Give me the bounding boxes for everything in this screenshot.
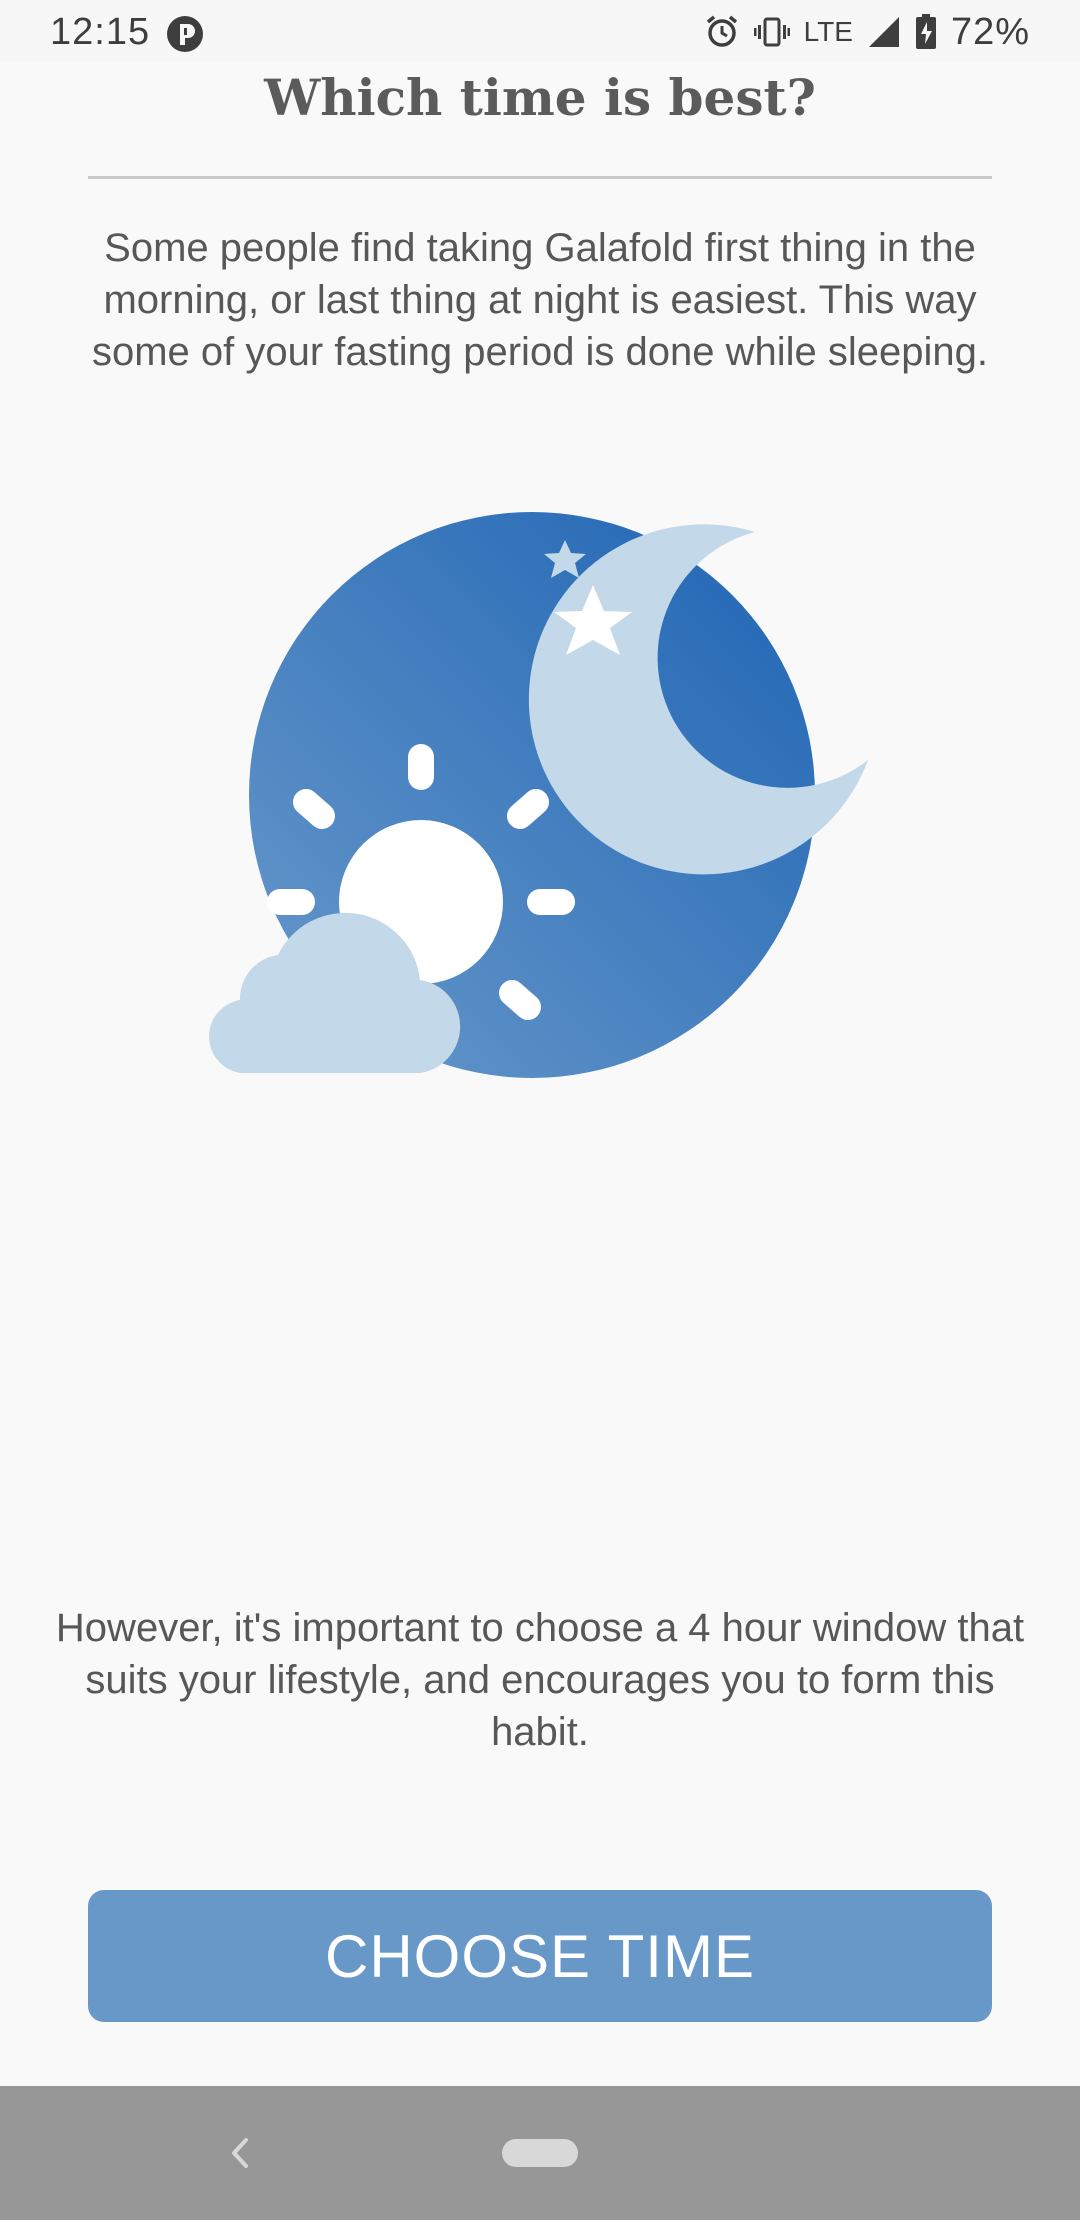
battery-level: 72%	[950, 10, 1030, 53]
status-bar: 12:15 LTE 72%	[0, 0, 1080, 62]
navigation-bar	[0, 2086, 1080, 2220]
status-icons: LTE 72%	[704, 10, 1030, 54]
vibrate-icon	[753, 17, 790, 47]
signal-icon	[868, 17, 899, 47]
intro-text: Some people find taking Galafold first t…	[91, 226, 989, 374]
back-icon[interactable]	[220, 2128, 260, 2178]
day-night-icon	[209, 512, 868, 1078]
choose-time-button[interactable]: CHOOSE TIME	[88, 1890, 992, 2022]
title-divider	[88, 176, 992, 179]
screen: 12:15 LTE 72% Which time is best? Some p…	[0, 0, 1080, 2220]
page-title: Which time is best?	[264, 68, 816, 127]
app-notification-icon	[167, 16, 203, 52]
status-time: 12:15	[50, 11, 151, 53]
network-type: LTE	[803, 16, 853, 47]
alarm-icon	[706, 15, 737, 47]
battery-charging-icon	[915, 14, 936, 49]
home-pill-icon[interactable]	[502, 2139, 578, 2167]
habit-note: However, it's important to choose a 4 ho…	[55, 1606, 1025, 1754]
